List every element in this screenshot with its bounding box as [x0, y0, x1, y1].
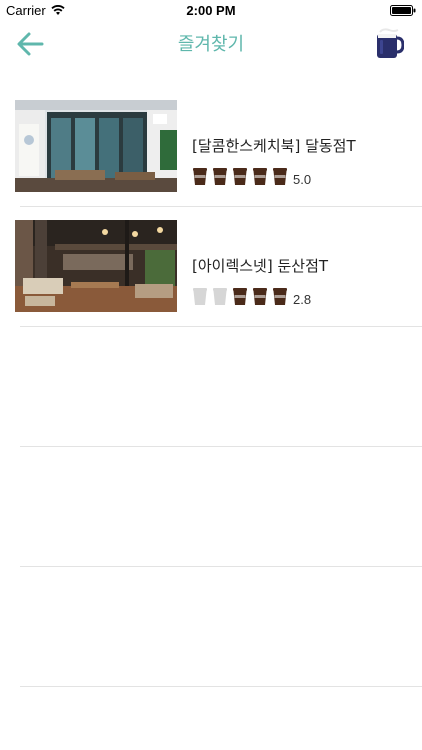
coffee-cup-icon: [233, 288, 247, 305]
empty-coffee-cup-icon: [193, 288, 207, 305]
coffee-cup-icon: [273, 168, 287, 185]
list-item[interactable]: [아이렉스넷] 둔산점T 2.8: [0, 207, 422, 327]
coffee-cup-icon: [253, 168, 267, 185]
rating-score: 2.8: [293, 292, 312, 307]
list-item[interactable]: [달콤한스케치북] 달동점T 5.0: [0, 87, 422, 207]
status-bar: Carrier 2:00 PM: [0, 0, 422, 22]
store-name: [아이렉스넷] 둔산점T: [192, 257, 329, 275]
status-time: 2:00 PM: [186, 3, 236, 18]
empty-coffee-cup-icon: [213, 288, 227, 305]
coffee-cup-icon: [273, 288, 287, 305]
coffee-cup-icon: [233, 168, 247, 185]
favorites-screen: Carrier 2:00 PM 즐겨찾기 [달콤한스케치북] 달동점T 5.0 …: [0, 0, 422, 750]
mug-button[interactable]: [374, 26, 405, 60]
nav-bar: 즐겨찾기: [0, 22, 422, 66]
store-photo: [15, 220, 177, 312]
page-title: 즐겨찾기: [177, 34, 245, 55]
store-name: [달콤한스케치북] 달동점T: [192, 137, 356, 155]
coffee-cup-icon: [213, 168, 227, 185]
empty-list-row: [0, 567, 422, 687]
coffee-cup-icon: [193, 168, 207, 185]
favorites-list: [달콤한스케치북] 달동점T 5.0 [아이렉스넷] 둔산점T 2.8: [0, 87, 422, 687]
battery-icon: [390, 5, 416, 16]
store-photo: [15, 100, 177, 192]
divider: [20, 686, 422, 687]
coffee-cup-icon: [253, 288, 267, 305]
coffee-mug-icon: [377, 28, 405, 58]
empty-list-row: [0, 447, 422, 567]
empty-list-row: [0, 327, 422, 447]
rating-score: 5.0: [293, 172, 312, 187]
